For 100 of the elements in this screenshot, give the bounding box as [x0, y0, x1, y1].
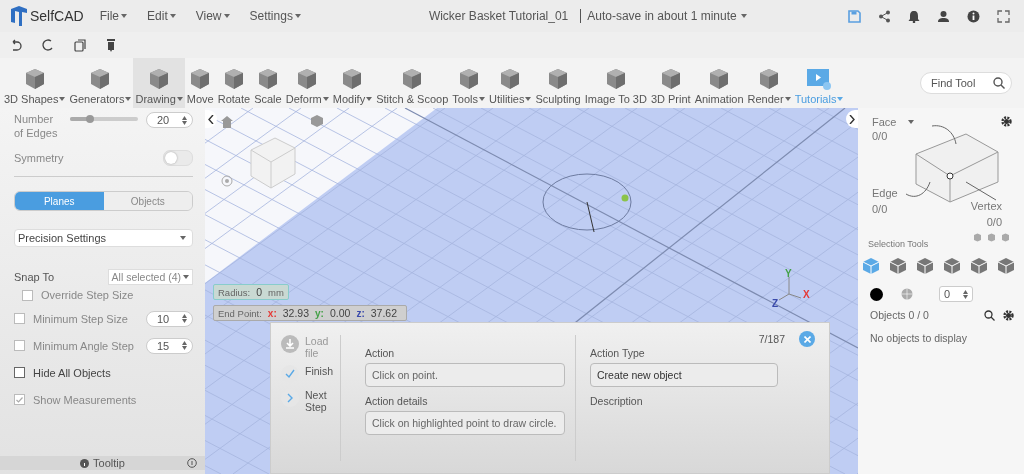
setting-label: Number of Edges	[14, 112, 59, 140]
info-icon[interactable]	[187, 458, 197, 468]
edge-label: Edge	[872, 187, 898, 199]
slider-thumb[interactable]	[86, 115, 95, 123]
stepper-icon	[182, 314, 187, 323]
tool-button[interactable]: Drawing	[133, 58, 185, 108]
sphere-icon[interactable]	[901, 288, 913, 300]
precision-dropdown[interactable]: Precision Settings	[14, 229, 193, 247]
selection-mode-button[interactable]	[862, 257, 880, 275]
app-name: SelfCAD	[30, 8, 84, 24]
autosave-status[interactable]: Auto-save in about 1 minute	[580, 9, 747, 23]
close-button[interactable]	[799, 331, 815, 347]
download-icon	[285, 339, 295, 349]
number-spinner[interactable]: 20	[146, 112, 193, 128]
selection-mode-button[interactable]	[943, 257, 961, 275]
stepper-icon	[963, 289, 968, 299]
end-point-field[interactable]: End Point: x: 32.93 y: 0.00 z: 37.62	[213, 305, 407, 321]
field-label: Action details	[365, 395, 428, 407]
checkbox-label: Show Measurements	[33, 393, 137, 406]
tool-button[interactable]: Scale	[252, 58, 284, 108]
menu-item[interactable]: Edit	[143, 9, 180, 23]
checkbox-label: Override Step Size	[41, 289, 134, 301]
tool-button[interactable]: Render	[745, 58, 793, 108]
tool-button[interactable]: Stitch & Scoop	[374, 58, 451, 108]
chevron-left-icon	[208, 114, 214, 124]
tool-button[interactable]: 3D Print	[648, 58, 693, 108]
checkbox-label: Minimum Angle Step	[33, 339, 134, 352]
tool-button[interactable]: Rotate	[215, 58, 253, 108]
user-icon[interactable]	[937, 9, 950, 23]
objects-title: Objects 0 / 0	[870, 309, 929, 321]
selection-mode-button[interactable]	[916, 257, 934, 275]
caret-icon	[125, 97, 132, 101]
fullscreen-icon[interactable]	[997, 9, 1010, 23]
caret-icon	[169, 14, 176, 18]
caret-icon	[322, 97, 329, 101]
stepper-icon	[182, 115, 187, 125]
search-icon[interactable]	[993, 77, 1005, 89]
share-icon[interactable]	[878, 9, 891, 23]
cube-icon	[889, 257, 907, 275]
home-icon[interactable]	[221, 116, 233, 128]
logo-icon	[10, 6, 28, 26]
tool-button[interactable]: Modify	[330, 58, 375, 108]
tool-button[interactable]: Generators	[67, 58, 134, 108]
text-field[interactable]: Create new object	[590, 363, 778, 387]
caret-icon	[121, 14, 128, 18]
face-count: 0/0	[872, 130, 889, 142]
field-label: Action	[365, 347, 395, 359]
redo-icon[interactable]	[42, 39, 54, 51]
caret-icon	[908, 120, 915, 124]
search-icon[interactable]	[984, 309, 995, 321]
save-icon[interactable]	[848, 9, 861, 23]
selection-mode-button[interactable]	[889, 257, 907, 275]
cube-icon	[970, 257, 988, 275]
settings-icon[interactable]	[1001, 116, 1012, 127]
color-swatch[interactable]	[870, 287, 883, 301]
menu-item[interactable]: Settings	[245, 9, 305, 23]
field-label: Action Type	[590, 347, 645, 359]
info-icon[interactable]	[967, 9, 980, 23]
step-button[interactable]: Finish	[281, 365, 337, 383]
tool-button[interactable]: Deform	[283, 58, 331, 108]
check-icon	[285, 369, 295, 379]
caret-icon	[366, 97, 373, 101]
menu-item[interactable]: View	[191, 9, 234, 23]
text-field[interactable]: Click on point.	[365, 363, 565, 387]
vertex-label: Vertex	[970, 200, 1002, 212]
info-icon	[80, 458, 90, 468]
tool-button[interactable]: Animation	[692, 58, 746, 108]
tool-button[interactable]: Move	[184, 58, 216, 108]
tool-button[interactable]: Utilities	[487, 58, 534, 108]
vertex-count: 0/0	[986, 216, 1002, 228]
chevron-right-icon	[849, 114, 855, 124]
cube-icon	[997, 257, 1015, 275]
step-button[interactable]: Next Step	[281, 389, 337, 413]
tool-button[interactable]: Image To 3D	[582, 58, 649, 108]
undo-icon[interactable]	[10, 39, 22, 51]
checkbox[interactable]	[14, 367, 25, 378]
trash-icon[interactable]	[106, 38, 116, 52]
number-spinner[interactable]: 0	[939, 286, 973, 302]
tool-button[interactable]: 3D Shapes	[2, 58, 68, 108]
edges-slider[interactable]	[70, 117, 138, 121]
camera-view-icon[interactable]	[310, 114, 324, 128]
radius-field[interactable]: Radius: 0 mm	[213, 284, 289, 300]
menu-item[interactable]: File	[95, 9, 132, 23]
symmetry-toggle[interactable]	[163, 150, 193, 166]
selection-mode-button[interactable]	[997, 257, 1015, 275]
selection-mode-button[interactable]	[970, 257, 988, 275]
tool-button[interactable]: Tools	[450, 58, 487, 108]
stepper-icon	[182, 341, 187, 350]
settings-icon[interactable]	[1003, 309, 1014, 321]
text-field[interactable]: Click on highlighted point to draw circle.	[365, 411, 565, 435]
tool-button[interactable]: Sculpting	[533, 58, 583, 108]
axis-drawing: Y X Z	[771, 268, 815, 308]
empty-message: No objects to display	[870, 332, 967, 344]
target-icon[interactable]	[221, 175, 233, 187]
copy-icon[interactable]	[74, 38, 86, 52]
play-screen-icon	[806, 67, 833, 91]
collapse-button[interactable]	[205, 110, 217, 128]
snap-dropdown[interactable]: All selected (4)	[107, 269, 193, 285]
find-tool-field[interactable]: Find Tool	[920, 72, 1012, 94]
bell-icon[interactable]	[908, 9, 920, 23]
